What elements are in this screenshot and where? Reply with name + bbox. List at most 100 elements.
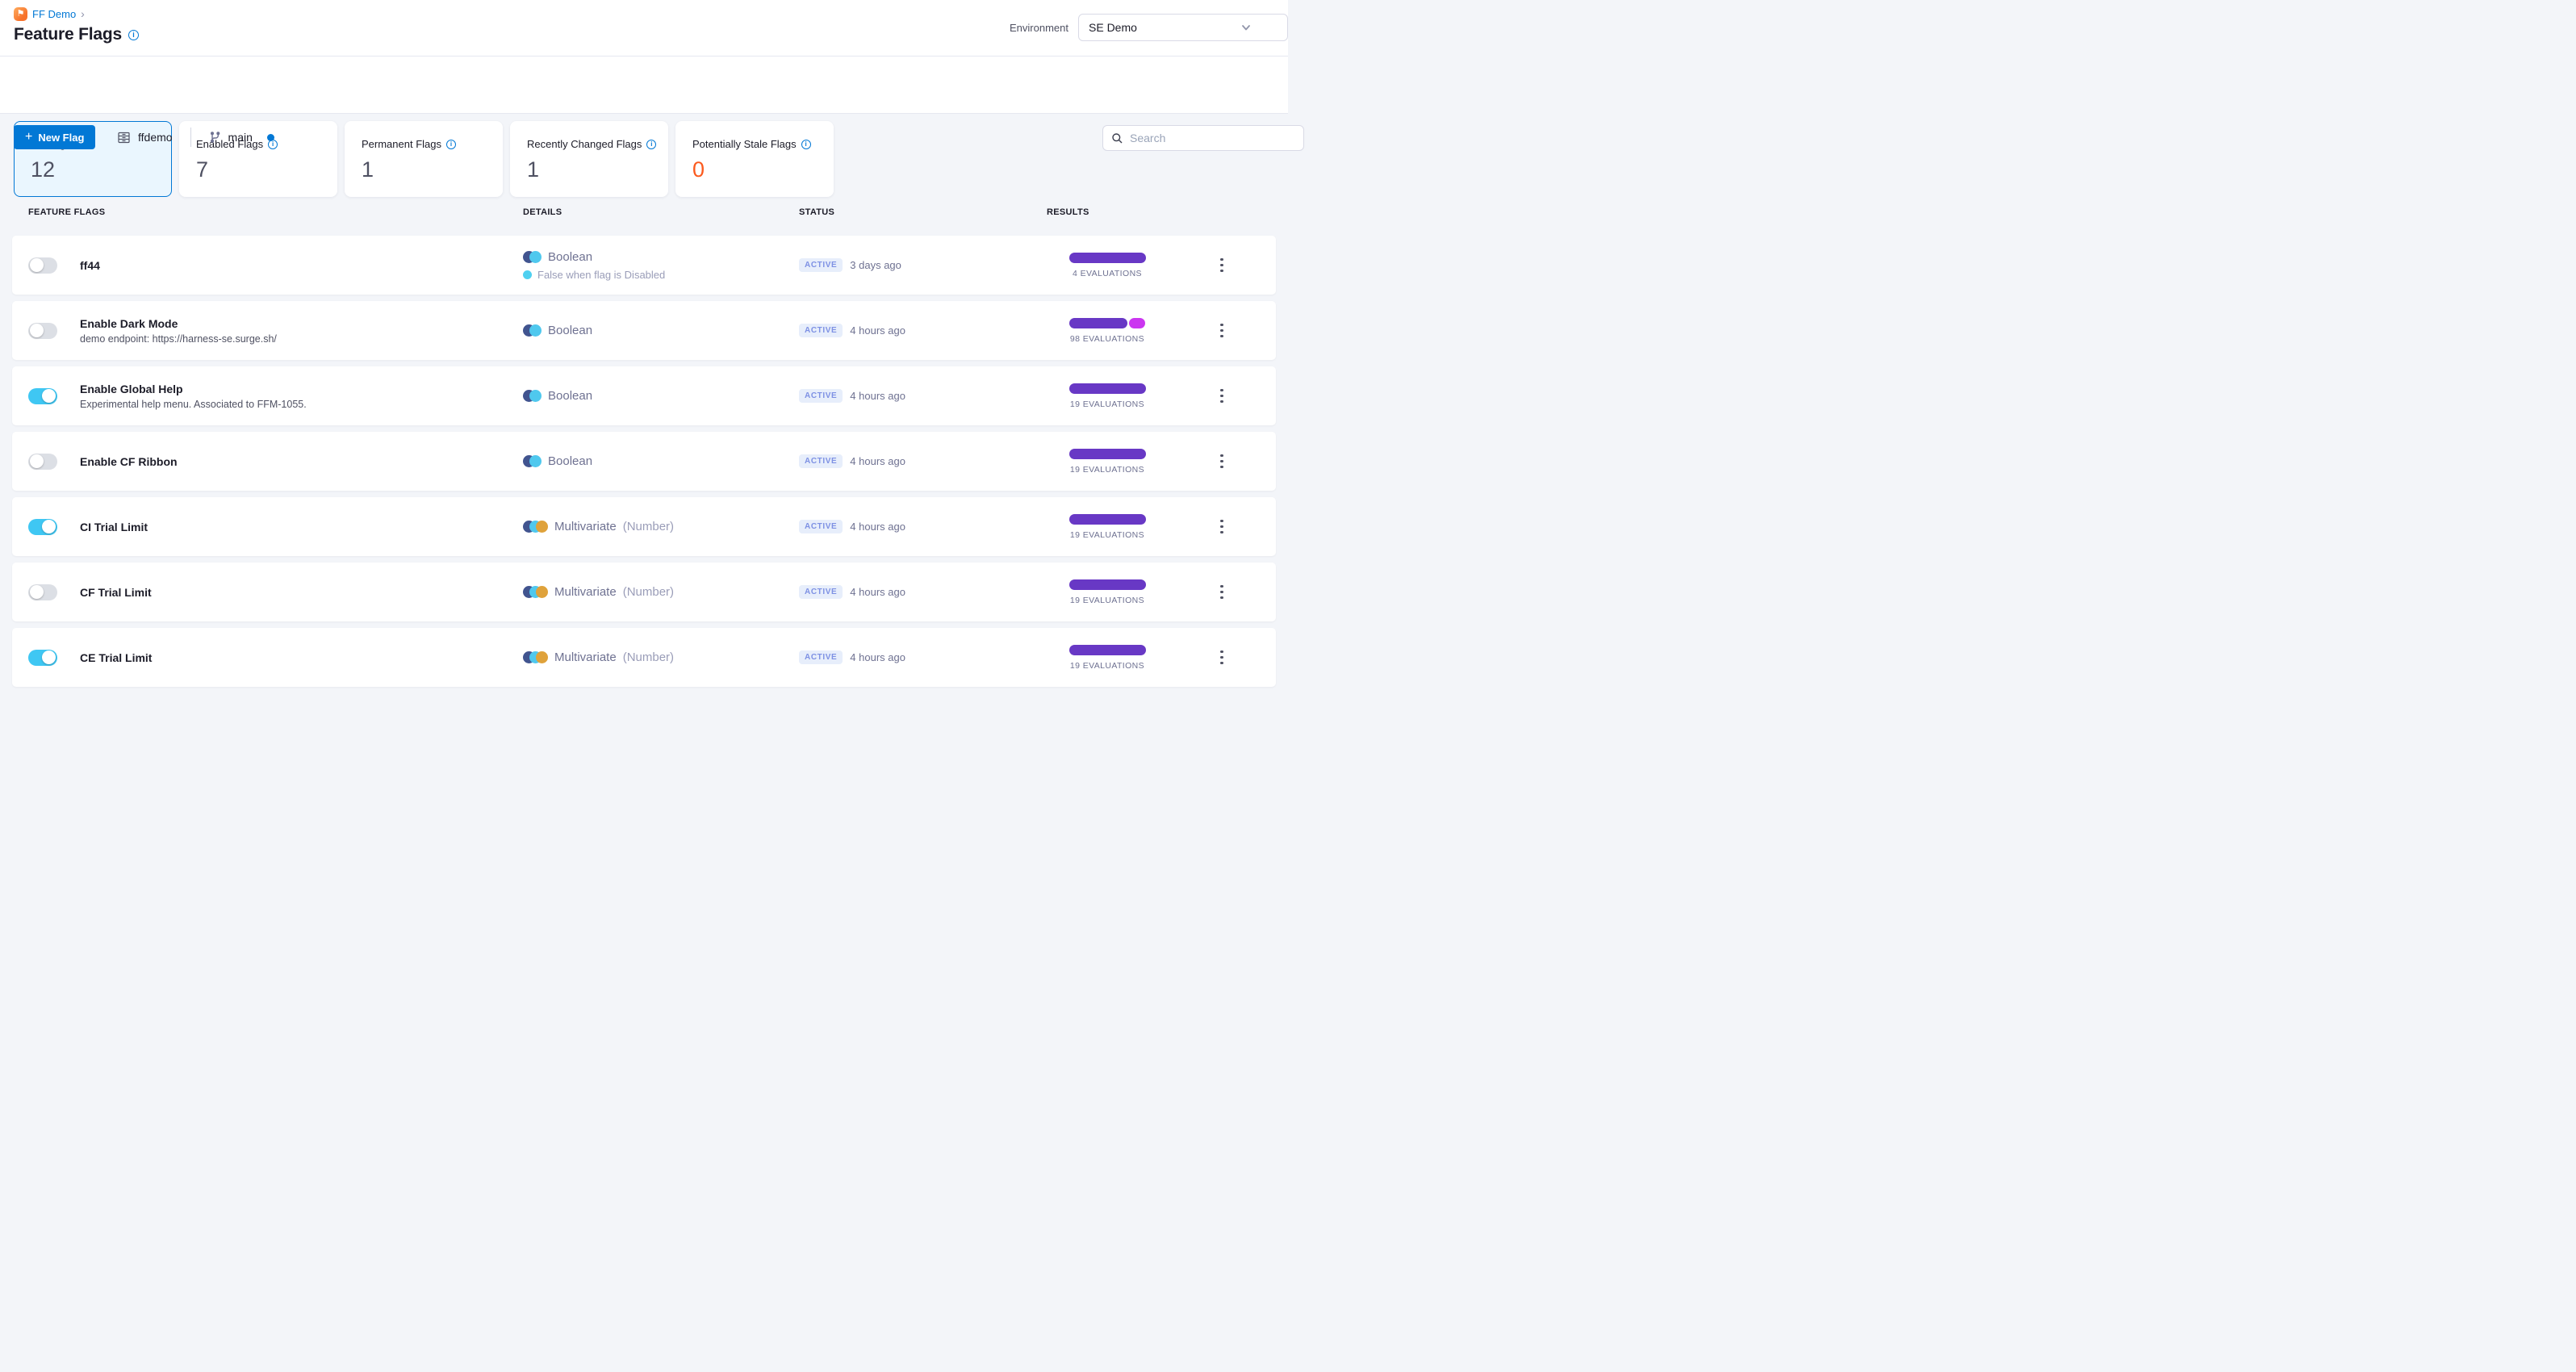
info-icon[interactable]: i [446, 139, 456, 149]
flag-type-icon [523, 455, 542, 467]
status-badge: ACTIVE [799, 585, 843, 599]
info-icon[interactable]: i [801, 139, 811, 149]
breadcrumb-project-link[interactable]: FF Demo [32, 8, 76, 20]
stat-card[interactable]: Potentially Stale Flags i 0 [675, 121, 834, 197]
column-header-status: STATUS [799, 207, 835, 217]
table-row[interactable]: CE Trial Limit Multivariate (Number) ACT… [12, 628, 1276, 687]
page-title-info-icon[interactable]: i [128, 29, 139, 40]
branch-status-dot [266, 133, 274, 141]
evaluations-bar [1068, 513, 1146, 525]
flag-type: Multivariate [554, 585, 617, 599]
status-badge: ACTIVE [799, 650, 843, 664]
search-box [1102, 125, 1304, 151]
row-options-menu-button[interactable] [1215, 646, 1228, 670]
flag-toggle[interactable] [28, 649, 57, 666]
repo-name[interactable]: ffdemo [138, 131, 173, 144]
column-header-feature-flags: FEATURE FLAGS [28, 207, 106, 217]
status-badge: ACTIVE [799, 454, 843, 468]
toggle-knob [30, 454, 44, 468]
toggle-knob [42, 650, 56, 664]
status-badge: ACTIVE [799, 520, 843, 533]
flag-name: Enable CF Ribbon [80, 454, 178, 468]
table-row[interactable]: Enable Dark Mode demo endpoint: https://… [12, 301, 1276, 360]
row-options-menu-button[interactable] [1215, 253, 1228, 278]
search-icon [1111, 132, 1123, 144]
row-options-menu-button[interactable] [1215, 515, 1228, 539]
flag-type-icon [523, 586, 548, 598]
flag-type: Boolean [548, 324, 593, 337]
new-flag-button[interactable]: + New Flag [14, 125, 96, 149]
environment-value: SE Demo [1089, 21, 1137, 34]
divider [190, 128, 191, 147]
flag-name: ff44 [80, 258, 100, 272]
stat-card-value: 1 [527, 157, 540, 182]
flag-type-icon [523, 250, 542, 263]
flag-name: CF Trial Limit [80, 585, 152, 599]
stat-card[interactable]: Permanent Flags i 1 [345, 121, 503, 197]
breadcrumb-chevron-icon: › [81, 7, 85, 20]
evaluations-bar [1068, 448, 1146, 459]
stat-card-label: Recently Changed Flags [527, 138, 642, 150]
flag-toggle[interactable] [28, 257, 57, 274]
flag-type: Boolean [548, 389, 593, 403]
flag-type-variant: (Number) [622, 585, 675, 599]
evaluations-bar [1068, 383, 1146, 394]
flag-type: Boolean [548, 249, 593, 264]
evaluations-bar [1068, 644, 1146, 655]
stat-card-label: Potentially Stale Flags [692, 138, 797, 150]
environment-select[interactable]: SE Demo [1078, 14, 1288, 41]
flag-toggle[interactable] [28, 322, 57, 339]
last-updated: 4 hours ago [850, 651, 905, 663]
evaluations-count: 19 EVALUATIONS [1069, 529, 1145, 540]
stat-card[interactable]: Recently Changed Flags i 1 [510, 121, 668, 197]
evaluations-count: 98 EVALUATIONS [1069, 333, 1145, 344]
flag-toggle[interactable] [28, 453, 57, 470]
flag-name: Enable Dark Mode [80, 316, 178, 330]
row-options-menu-button[interactable] [1215, 319, 1228, 343]
table-row[interactable]: CI Trial Limit Multivariate (Number) ACT… [12, 497, 1276, 556]
stat-card-value: 1 [362, 157, 374, 182]
evaluations-bar [1069, 317, 1145, 328]
flag-type-icon [523, 324, 542, 337]
status-badge: ACTIVE [799, 389, 843, 403]
table-row[interactable]: ff44 Boolean False when flag is Disabled… [12, 236, 1276, 295]
last-updated: 4 hours ago [850, 455, 905, 467]
flag-list: ff44 Boolean False when flag is Disabled… [12, 236, 1276, 687]
flag-name: Enable Global Help [80, 382, 183, 395]
flag-type: Multivariate [554, 520, 617, 533]
column-header-results: RESULTS [1047, 207, 1089, 217]
flag-toggle[interactable] [28, 387, 57, 404]
table-row[interactable]: CF Trial Limit Multivariate (Number) ACT… [12, 563, 1276, 621]
evaluations-bar [1068, 579, 1146, 590]
search-input[interactable] [1130, 132, 1267, 144]
flag-toggle[interactable] [28, 584, 57, 600]
table-row[interactable]: Enable CF Ribbon Boolean ACTIVE 4 hours … [12, 432, 1276, 491]
branch-name[interactable]: main [228, 131, 253, 144]
row-options-menu-button[interactable] [1215, 580, 1228, 604]
toggle-knob [42, 520, 56, 533]
evaluations-count: 19 EVALUATIONS [1069, 595, 1145, 605]
evaluations-count: 19 EVALUATIONS [1069, 464, 1145, 475]
feature-flags-module-icon: ⚑ [14, 7, 27, 21]
repository-icon [117, 131, 131, 144]
table-header: FEATURE FLAGS DETAILS STATUS RESULTS [12, 207, 1276, 217]
info-icon[interactable]: i [646, 139, 657, 149]
stat-card-value: 12 [31, 157, 56, 182]
last-updated: 4 hours ago [850, 586, 905, 598]
toggle-knob [42, 389, 56, 403]
page-title: Feature Flags [14, 25, 122, 44]
row-options-menu-button[interactable] [1215, 384, 1228, 408]
stat-card-value: 0 [692, 157, 705, 182]
flag-name: CI Trial Limit [80, 520, 148, 533]
breadcrumb: ⚑ FF Demo › [14, 7, 85, 21]
table-row[interactable]: Enable Global Help Experimental help men… [12, 366, 1276, 425]
status-badge: ACTIVE [799, 258, 843, 272]
flag-toggle[interactable] [28, 518, 57, 535]
flag-type-variant: (Number) [622, 520, 675, 533]
last-updated: 4 hours ago [850, 390, 905, 402]
row-options-menu-button[interactable] [1215, 450, 1228, 474]
toggle-knob [30, 324, 44, 337]
environment-label: Environment [1010, 21, 1068, 34]
chevron-down-icon [1240, 22, 1252, 33]
last-updated: 3 days ago [850, 259, 901, 271]
